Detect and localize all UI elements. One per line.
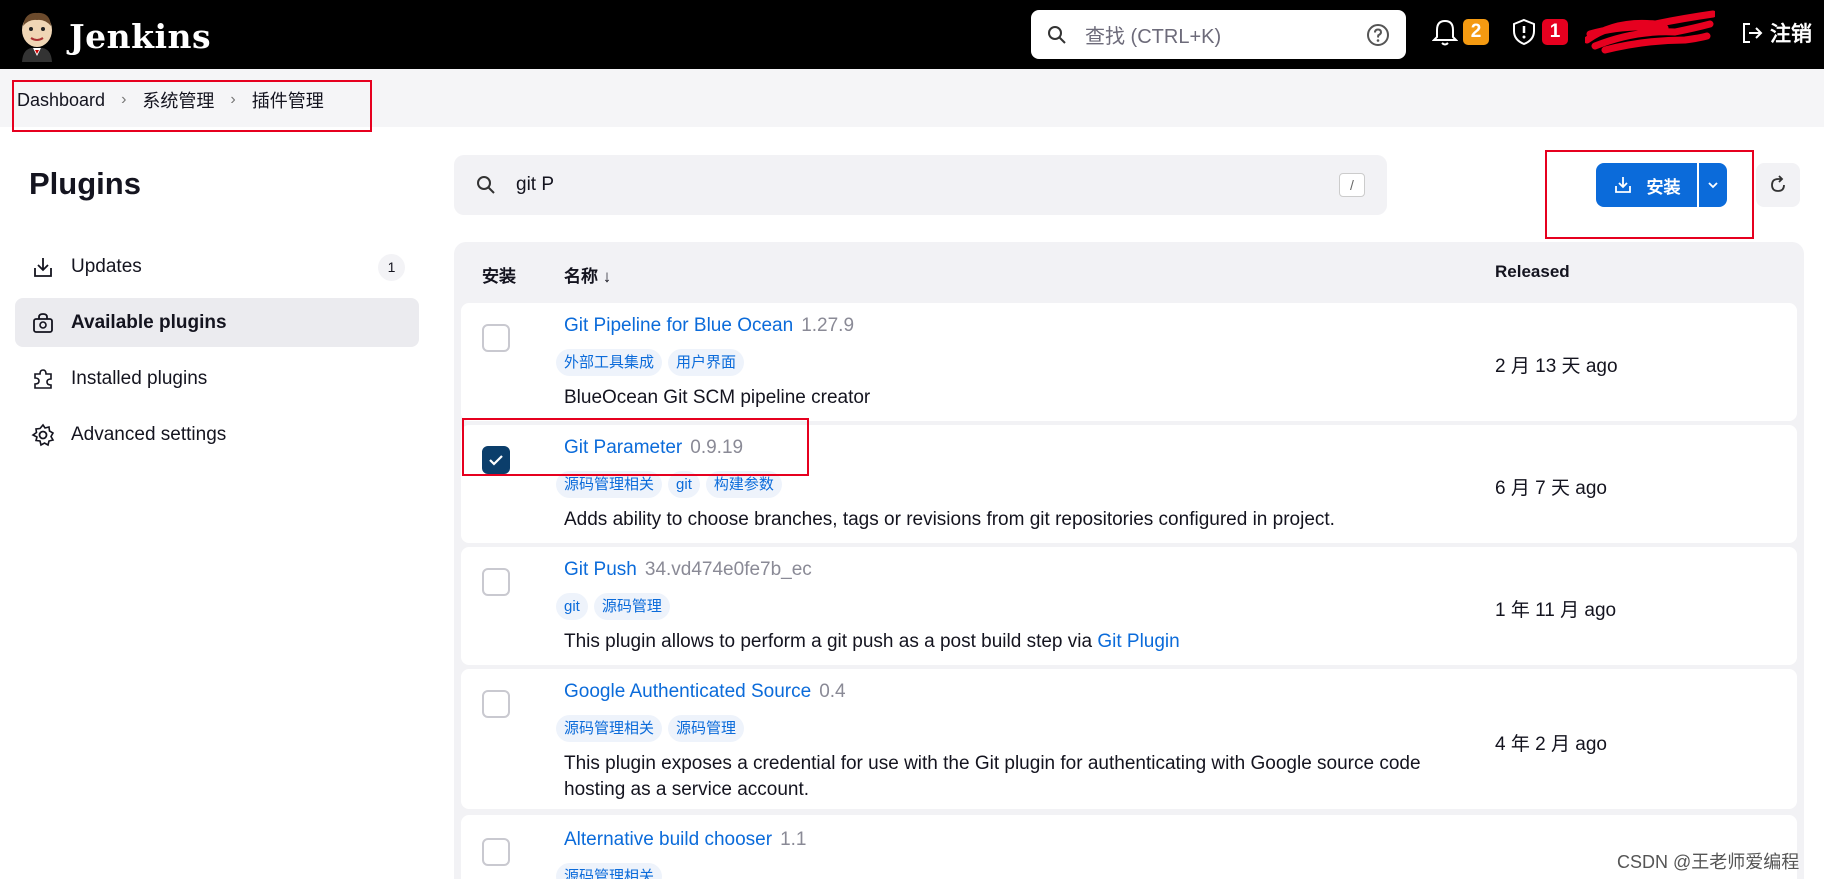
tag[interactable]: 源码管理相关 bbox=[556, 863, 663, 879]
brand-name: Jenkins bbox=[69, 16, 212, 56]
install-checkbox[interactable] bbox=[482, 690, 510, 718]
column-header-name[interactable]: 名称 ↓ bbox=[564, 262, 611, 287]
released-date: 1 年 11 月 ago bbox=[1495, 600, 1617, 621]
plugin-tags: 源码管理相关 源码管理 bbox=[556, 715, 745, 742]
plugin-search-input[interactable]: git P bbox=[516, 174, 1339, 196]
logout-label: 注销 bbox=[1770, 23, 1812, 46]
plugin-version: 0.4 bbox=[819, 681, 846, 702]
refresh-icon bbox=[1771, 175, 1785, 192]
logout-button[interactable]: 注销 bbox=[1740, 18, 1812, 48]
search-input[interactable]: 查找 (CTRL+K) bbox=[1085, 20, 1366, 49]
shopping-bag-icon bbox=[33, 312, 53, 333]
plugin-version: 34.vd474e0fe7b_ec bbox=[644, 559, 812, 580]
plugin-name[interactable]: Alternative build chooser bbox=[564, 829, 772, 850]
plugin-description: Adds ability to choose branches, tags or… bbox=[564, 509, 1335, 530]
watermark: CSDN @王老师爱编程 bbox=[1617, 852, 1800, 872]
plugin-description: BlueOcean Git SCM pipeline creator bbox=[564, 387, 871, 408]
download-icon bbox=[34, 257, 52, 277]
notifications-count-badge: 2 bbox=[1463, 19, 1489, 45]
notifications-button[interactable]: 2 bbox=[1432, 18, 1489, 46]
column-header-install: 安装 bbox=[482, 267, 516, 286]
tag[interactable]: git bbox=[556, 593, 588, 620]
security-button[interactable]: 1 bbox=[1511, 18, 1568, 46]
tag[interactable]: 外部工具集成 bbox=[556, 349, 663, 376]
top-header: Jenkins 查找 (CTRL+K) 2 1 注销 bbox=[0, 0, 1824, 69]
search-shortcut-hint: / bbox=[1339, 173, 1365, 197]
annotation-box-breadcrumb bbox=[12, 80, 372, 132]
plugin-version: 1.1 bbox=[780, 829, 807, 850]
tag[interactable]: 源码管理 bbox=[668, 715, 745, 742]
global-search[interactable]: 查找 (CTRL+K) bbox=[1031, 10, 1406, 59]
column-header-released[interactable]: Released bbox=[1495, 262, 1570, 282]
plugin-tags: 外部工具集成 用户界面 bbox=[556, 349, 745, 376]
plugin-name[interactable]: Git Push bbox=[564, 559, 637, 580]
page-title: Plugins bbox=[29, 166, 141, 201]
search-icon bbox=[477, 176, 495, 194]
redacted-user-scribble bbox=[1585, 10, 1715, 54]
shield-icon bbox=[1513, 18, 1535, 46]
sidebar-item-label: Available plugins bbox=[71, 311, 227, 333]
updates-count-badge: 1 bbox=[378, 254, 405, 281]
sidebar-item-installed-plugins[interactable]: Installed plugins bbox=[15, 354, 419, 403]
plugin-name-link[interactable]: Google Authenticated Source 0.4 bbox=[564, 681, 846, 703]
tag[interactable]: 源码管理 bbox=[593, 593, 670, 620]
gear-icon bbox=[31, 423, 55, 446]
annotation-box-git-parameter bbox=[462, 418, 809, 476]
install-checkbox[interactable] bbox=[482, 324, 510, 352]
plugin-description-text: This plugin allows to perform a git push… bbox=[564, 631, 1098, 652]
plugin-name-link[interactable]: Alternative build chooser 1.1 bbox=[564, 829, 807, 851]
plugin-version: 1.27.9 bbox=[801, 315, 855, 336]
released-date: 2 月 13 天 ago bbox=[1495, 356, 1618, 377]
sidebar-item-available-plugins[interactable]: Available plugins bbox=[15, 298, 419, 347]
plugin-search-field[interactable]: git P / bbox=[454, 155, 1387, 215]
plugin-tags: git 源码管理 bbox=[556, 593, 670, 620]
released-date: 6 月 7 天 ago bbox=[1495, 478, 1607, 499]
plugin-name[interactable]: Git Pipeline for Blue Ocean bbox=[564, 315, 793, 336]
sidebar-item-label: Updates bbox=[71, 255, 142, 277]
tag[interactable]: 源码管理相关 bbox=[556, 715, 663, 742]
plugin-name-link[interactable]: Git Push 34.vd474e0fe7b_ec bbox=[564, 559, 812, 581]
plugin-tags: 源码管理相关 bbox=[556, 863, 663, 879]
plugin-name[interactable]: Google Authenticated Source bbox=[564, 681, 811, 702]
plugin-description: This plugin allows to perform a git push… bbox=[564, 629, 1464, 655]
sidebar-item-advanced-settings[interactable]: Advanced settings bbox=[15, 410, 419, 459]
sidebar-item-label: Advanced settings bbox=[71, 423, 227, 445]
search-icon bbox=[1048, 25, 1066, 44]
help-icon[interactable] bbox=[1366, 23, 1390, 47]
install-checkbox[interactable] bbox=[482, 838, 510, 866]
install-checkbox[interactable] bbox=[482, 568, 510, 596]
tag[interactable]: 用户界面 bbox=[668, 349, 745, 376]
bell-icon bbox=[1432, 19, 1458, 46]
sidebar-item-updates[interactable]: Updates 1 bbox=[15, 242, 419, 291]
jenkins-logo[interactable]: Jenkins bbox=[17, 10, 211, 62]
sidebar-item-label: Installed plugins bbox=[71, 367, 208, 389]
security-count-badge: 1 bbox=[1542, 19, 1568, 45]
puzzle-icon bbox=[34, 368, 52, 389]
refresh-button[interactable] bbox=[1756, 163, 1800, 207]
released-date: 4 年 2 月 ago bbox=[1495, 734, 1607, 755]
plugin-description: This plugin exposes a credential for use… bbox=[564, 753, 1421, 800]
logout-icon bbox=[1743, 23, 1763, 43]
plugin-name-link[interactable]: Git Pipeline for Blue Ocean 1.27.9 bbox=[564, 315, 854, 337]
git-plugin-link[interactable]: Git Plugin bbox=[1097, 631, 1179, 652]
annotation-box-install bbox=[1545, 150, 1754, 239]
jenkins-butler-icon bbox=[22, 12, 52, 62]
